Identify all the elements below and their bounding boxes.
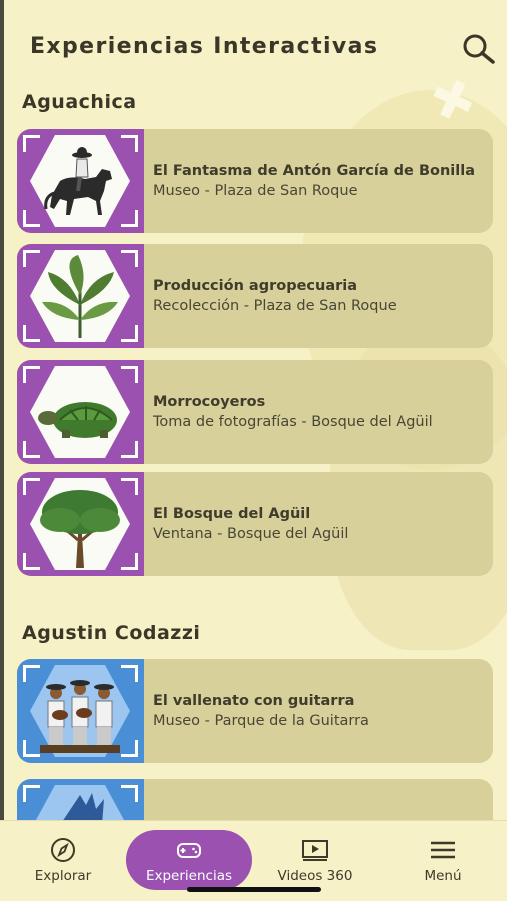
search-icon[interactable] (460, 32, 496, 64)
card-thumbnail (17, 244, 144, 348)
nav-label: Menú (424, 868, 462, 884)
experience-card[interactable]: El Fantasma de Antón García de Bonilla M… (17, 129, 493, 233)
card-thumbnail (17, 659, 144, 763)
card-thumbnail (17, 472, 144, 576)
compass-icon (51, 838, 75, 862)
card-title: Morrocoyeros (153, 394, 266, 410)
musicians-icon (40, 680, 120, 753)
app-header: Experiencias Interactivas (0, 0, 507, 86)
plant-icon (42, 255, 118, 338)
turtle-icon (38, 402, 117, 438)
experience-card[interactable]: Producción agropecuaria Recolección - Pl… (17, 244, 493, 348)
card-subtitle: Museo - Parque de la Guitarra (153, 713, 369, 729)
left-edge-bar (0, 0, 4, 820)
card-subtitle: Recolección - Plaza de San Roque (153, 298, 397, 314)
nav-menu[interactable]: Menú (380, 821, 506, 901)
card-title: El vallenato con guitarra (153, 693, 355, 709)
video-play-icon (302, 840, 328, 861)
nav-label: Videos 360 (277, 868, 353, 884)
experience-card[interactable]: El Bosque del Agüil Ventana - Bosque del… (17, 472, 493, 576)
card-subtitle: Museo - Plaza de San Roque (153, 183, 358, 199)
card-thumbnail (17, 129, 144, 233)
card-title: El Fantasma de Antón García de Bonilla (153, 163, 475, 179)
section-title-agustin-codazzi: Agustin Codazzi (22, 622, 201, 644)
section-title-aguachica: Aguachica (22, 91, 137, 113)
card-title: Producción agropecuaria (153, 278, 358, 294)
home-indicator (187, 887, 321, 892)
card-title: El Bosque del Agüil (153, 506, 311, 522)
card-thumbnail (17, 360, 144, 464)
experience-card[interactable]: Morrocoyeros Toma de fotografías - Bosqu… (17, 360, 493, 464)
page-title: Experiencias Interactivas (30, 34, 379, 59)
experience-card[interactable]: El vallenato con guitarra Museo - Parque… (17, 659, 493, 763)
horse-rider-icon (44, 147, 112, 215)
nav-label: Explorar (34, 868, 92, 884)
tree-icon (40, 490, 120, 568)
gamepad-icon (177, 843, 201, 858)
card-subtitle: Toma de fotografías - Bosque del Agüil (153, 414, 433, 430)
nav-label: Experiencias (145, 868, 233, 884)
nav-explorar[interactable]: Explorar (0, 821, 126, 901)
card-subtitle: Ventana - Bosque del Agüil (153, 526, 349, 542)
hamburger-menu-icon (431, 841, 455, 859)
